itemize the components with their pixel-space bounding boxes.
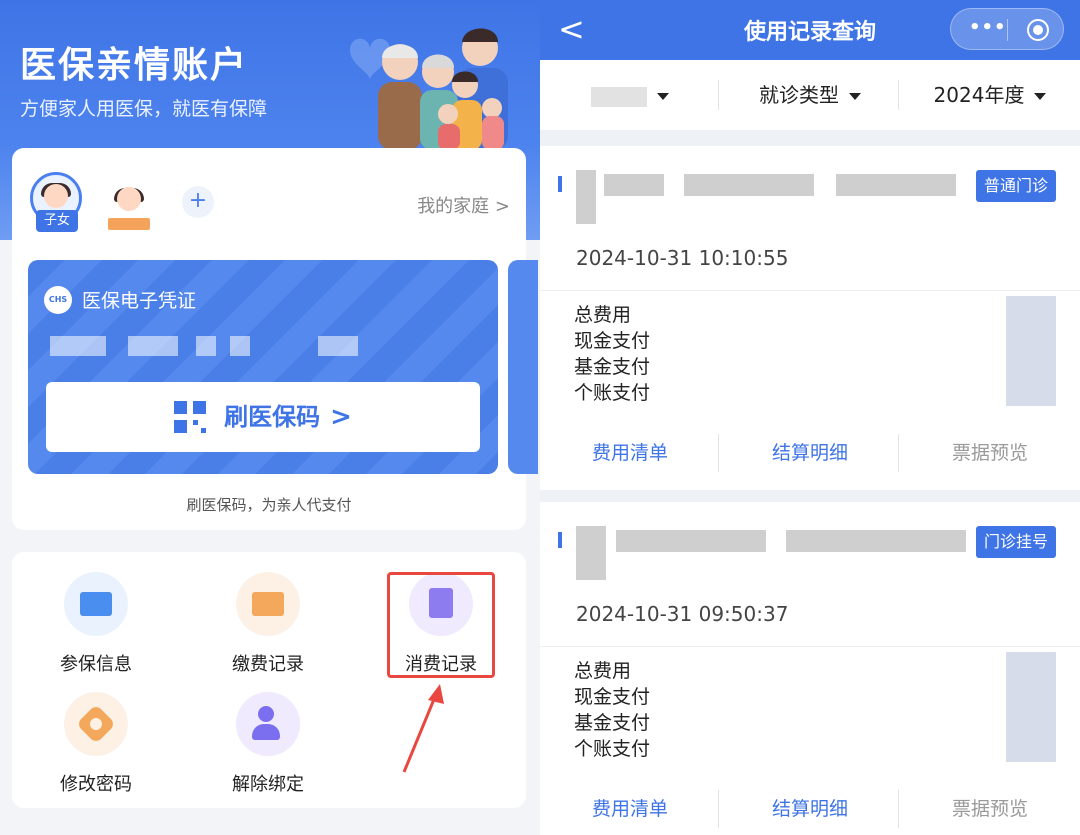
filter-year-dropdown[interactable]: 2024年度	[900, 60, 1080, 130]
filter-bar: 就诊类型 2024年度	[540, 60, 1080, 130]
filter-person-dropdown[interactable]	[540, 60, 720, 130]
visit-type-badge: 门诊挂号	[975, 526, 1056, 558]
settlement-detail-button[interactable]: 结算明细	[720, 416, 900, 490]
usage-record-card[interactable]: 门诊挂号 2024-10-31 09:50:37 总费用 现金支付 基金支付 个…	[540, 502, 1080, 835]
personal-account-payment-label: 个账支付	[574, 738, 651, 760]
filter-divider	[718, 80, 719, 110]
usage-record-card[interactable]: 普通门诊 2024-10-31 10:10:55 总费用 现金支付 基金支付 个…	[540, 146, 1080, 490]
nav-bar: < 使用记录查询 •••	[540, 0, 1080, 60]
filter-year-label: 2024年度	[933, 83, 1025, 107]
usage-record-screen: < 使用记录查询 ••• 就诊类型 2024年度 普通门诊 2024-10-31…	[540, 0, 1080, 835]
more-dots-icon[interactable]: •••	[969, 17, 1007, 38]
filter-divider	[898, 80, 899, 110]
action-divider	[718, 790, 719, 828]
cash-payment-label: 现金支付	[574, 686, 651, 708]
caret-down-icon	[1034, 93, 1047, 100]
masked-record-text	[616, 530, 766, 552]
masked-person-name	[591, 86, 647, 107]
record-actions: 费用清单 结算明细 票据预览	[540, 416, 1080, 490]
caret-down-icon	[849, 93, 861, 100]
fund-payment-label: 基金支付	[574, 356, 651, 378]
settlement-detail-button[interactable]: 结算明细	[720, 772, 900, 835]
filter-visit-type-label: 就诊类型	[759, 83, 839, 107]
masked-amount-block	[1006, 296, 1056, 406]
total-cost-label: 总费用	[574, 660, 632, 682]
capsule-divider	[1007, 19, 1008, 41]
record-timestamp: 2024-10-31 10:10:55	[576, 246, 789, 270]
divider	[540, 646, 1080, 647]
personal-account-payment-label: 个账支付	[574, 382, 651, 404]
record-accent-bar	[558, 176, 562, 192]
masked-amounts	[986, 296, 1056, 406]
caret-down-icon	[657, 93, 669, 100]
masked-record-text	[684, 174, 814, 196]
receipt-preview-button[interactable]: 票据预览	[900, 772, 1080, 835]
record-timestamp: 2024-10-31 09:50:37	[576, 602, 789, 626]
record-actions: 费用清单 结算明细 票据预览	[540, 772, 1080, 835]
close-target-icon[interactable]	[1027, 19, 1049, 41]
annotation-arrow	[402, 684, 444, 773]
screenshot-composite: 医保亲情账户 方便家人用医保，就医有保障 子女 + 我的家庭 > CHS 医保电…	[0, 0, 1080, 835]
action-divider	[898, 790, 899, 828]
receipt-preview-button[interactable]: 票据预览	[900, 416, 1080, 490]
masked-record-text	[836, 174, 956, 196]
visit-type-badge: 普通门诊	[975, 170, 1056, 202]
masked-record-text	[576, 526, 606, 580]
masked-record-text	[604, 174, 664, 196]
cash-payment-label: 现金支付	[574, 330, 651, 352]
action-divider	[898, 434, 899, 472]
expense-list-button[interactable]: 费用清单	[540, 416, 720, 490]
masked-amounts	[986, 652, 1056, 762]
filter-visit-type-dropdown[interactable]: 就诊类型	[720, 60, 900, 130]
fund-payment-label: 基金支付	[574, 712, 651, 734]
divider	[540, 290, 1080, 291]
miniprogram-capsule: •••	[950, 8, 1064, 50]
record-accent-bar	[558, 532, 562, 548]
total-cost-label: 总费用	[574, 304, 632, 326]
expense-list-button[interactable]: 费用清单	[540, 772, 720, 835]
action-divider	[718, 434, 719, 472]
masked-record-text	[576, 170, 596, 224]
masked-record-text	[786, 530, 966, 552]
masked-amount-block	[1006, 652, 1056, 762]
family-account-screen: 医保亲情账户 方便家人用医保，就医有保障 子女 + 我的家庭 > CHS 医保电…	[0, 0, 540, 835]
